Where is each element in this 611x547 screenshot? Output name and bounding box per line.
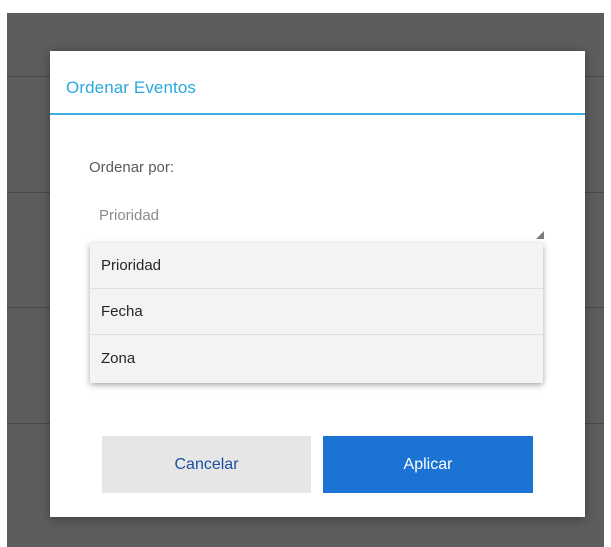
sort-option-zona[interactable]: Zona	[90, 335, 543, 383]
sort-by-label: Ordenar por:	[89, 159, 175, 176]
sort-by-spinner[interactable]: Prioridad	[90, 199, 545, 241]
dialog-title: Ordenar Eventos	[66, 78, 197, 97]
title-divider	[50, 113, 585, 115]
sort-option-prioridad[interactable]: Prioridad	[90, 243, 543, 289]
spinner-selected-value: Prioridad	[99, 207, 160, 224]
sort-events-dialog: Ordenar Eventos Ordenar por: Prioridad P…	[50, 51, 585, 517]
sort-options-dropdown: Prioridad Fecha Zona	[90, 243, 543, 383]
dropdown-arrow-icon	[536, 231, 544, 239]
sort-option-fecha[interactable]: Fecha	[90, 289, 543, 335]
apply-button[interactable]: Aplicar	[323, 436, 533, 493]
cancel-button[interactable]: Cancelar	[102, 436, 311, 493]
